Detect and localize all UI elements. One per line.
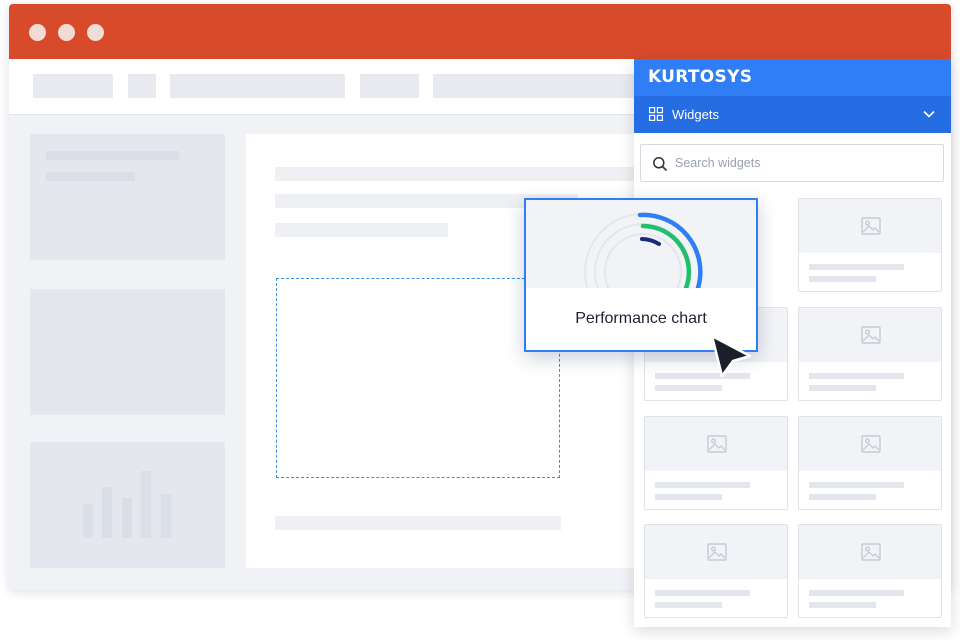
widget-card[interactable] (644, 416, 788, 510)
search-icon (653, 157, 668, 172)
toolbar-placeholder-4[interactable] (360, 74, 419, 98)
image-icon (861, 435, 881, 453)
window-dot-3[interactable] (87, 24, 104, 41)
content-line-3 (275, 223, 448, 237)
grid-icon (649, 107, 663, 121)
performance-chart-icon (584, 212, 703, 288)
widget-card[interactable] (798, 524, 942, 618)
widgets-tab[interactable]: Widgets (634, 96, 951, 133)
toolbar-placeholder-5[interactable] (433, 74, 643, 98)
widget-preview (526, 200, 756, 288)
panel-header: KURTOSYS (634, 59, 951, 96)
image-icon (707, 435, 727, 453)
image-icon (861, 543, 881, 561)
bar-chart-bar-1 (83, 504, 93, 538)
content-line-1 (275, 167, 645, 181)
search-box[interactable] (640, 144, 944, 182)
image-icon (707, 543, 727, 561)
widget-card[interactable] (798, 198, 942, 292)
left-card-top (30, 134, 225, 260)
widgets-tab-label: Widgets (672, 107, 719, 122)
search-input[interactable] (675, 154, 925, 172)
toolbar-placeholder-3[interactable] (170, 74, 345, 98)
toolbar-placeholder-1[interactable] (33, 74, 113, 98)
window-dot-1[interactable] (29, 24, 46, 41)
window-dot-2[interactable] (58, 24, 75, 41)
chevron-down-icon[interactable] (923, 109, 935, 119)
bar-chart-bar-2 (102, 487, 112, 538)
image-icon (861, 217, 881, 235)
widget-drop-zone[interactable] (276, 278, 560, 478)
bar-chart-bar-3 (122, 498, 132, 538)
dragged-widget-label: Performance chart (575, 310, 707, 327)
dragged-widget-card[interactable]: Performance chart (524, 198, 758, 352)
window-titlebar (9, 4, 951, 59)
left-card-middle (30, 289, 225, 415)
widget-card[interactable] (644, 524, 788, 618)
toolbar-placeholder-2[interactable] (128, 74, 156, 98)
bar-chart-bar-5 (161, 494, 171, 538)
left-card-subtitle-line (46, 172, 135, 181)
brand-logo: KURTOSYS (648, 67, 753, 87)
widget-card[interactable] (798, 307, 942, 401)
content-line-4 (275, 516, 561, 530)
left-card-bottom (30, 442, 225, 568)
bar-chart-bar-4 (141, 471, 151, 538)
cursor-arrow-icon (710, 334, 752, 378)
image-icon (861, 326, 881, 344)
widget-card[interactable] (798, 416, 942, 510)
left-card-title-line (46, 151, 179, 160)
